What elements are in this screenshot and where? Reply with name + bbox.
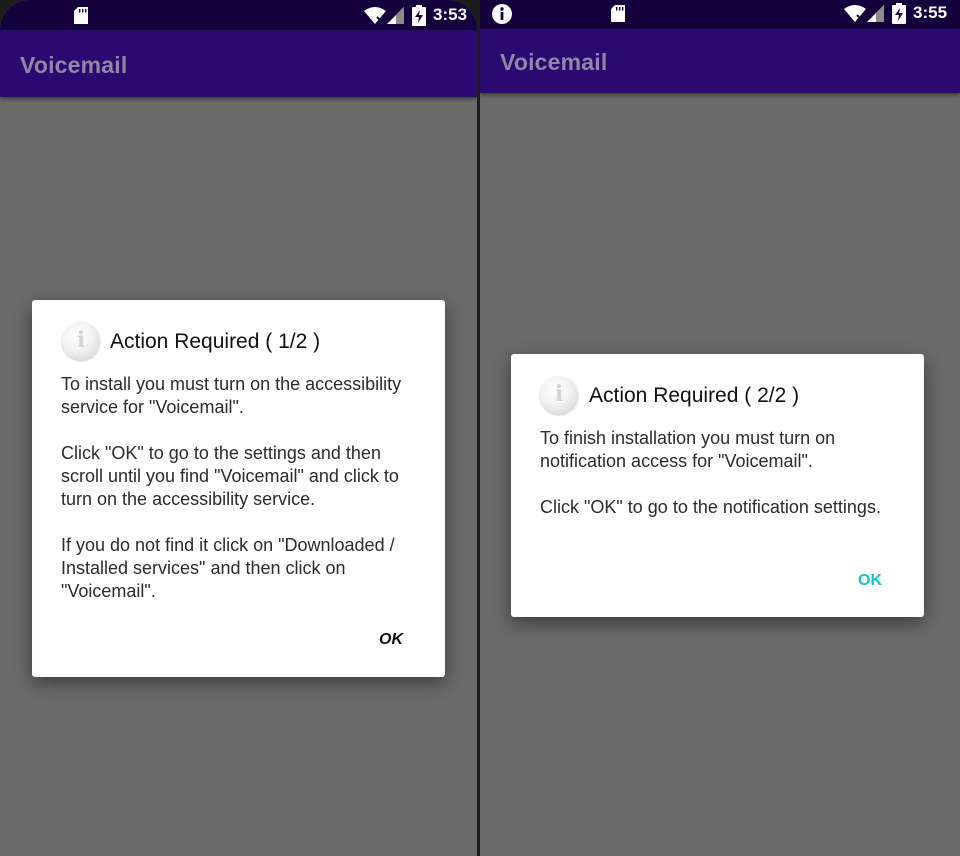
permission-dialog: i Action Required ( 2/2 ) To finish inst… [511, 354, 924, 617]
ok-button[interactable]: OK [379, 631, 403, 649]
ok-button[interactable]: OK [858, 572, 882, 590]
sd-card-icon [611, 5, 625, 22]
phone-screen-right: 3:55 Voicemail i Action Required ( 2/2 )… [480, 0, 960, 856]
dialog-title: Action Required ( 1/2 ) [110, 330, 321, 353]
status-clock: 3:55 [913, 3, 948, 22]
status-bar: 3:55 [480, 0, 960, 29]
info-notification-icon [492, 4, 512, 24]
battery-charging-icon [892, 3, 906, 24]
dialog-paragraph: If you do not find it click on "Download… [61, 535, 395, 601]
status-bar: 3:53 [0, 0, 477, 30]
app-title: Voicemail [20, 52, 128, 78]
status-clock: 3:53 [433, 5, 468, 24]
dialog-paragraph: To install you must turn on the accessib… [61, 374, 402, 417]
dialog-message: To install you must turn on the accessib… [61, 373, 421, 603]
dialog-paragraph: Click "OK" to go to the notification set… [540, 497, 881, 517]
signal-icon [387, 7, 404, 24]
wifi-icon [844, 5, 866, 22]
phone-screen-left: 3:53 Voicemail i Action Required ( 1/2 )… [0, 0, 477, 856]
sd-card-icon [74, 7, 88, 24]
dialog-paragraph: To finish installation you must turn on … [540, 428, 836, 471]
dialog-message: To finish installation you must turn on … [540, 427, 900, 519]
wifi-icon [364, 7, 386, 24]
info-icon: i [62, 322, 100, 360]
battery-charging-icon [412, 5, 426, 26]
dialog-paragraph: Click "OK" to go to the settings and the… [61, 443, 399, 509]
app-bar: Voicemail [0, 30, 477, 97]
signal-icon [867, 5, 884, 22]
info-icon: i [540, 376, 578, 414]
permission-dialog: i Action Required ( 1/2 ) To install you… [32, 300, 445, 677]
dialog-title: Action Required ( 2/2 ) [589, 384, 800, 407]
app-bar: Voicemail [480, 29, 960, 93]
app-title: Voicemail [500, 49, 608, 75]
